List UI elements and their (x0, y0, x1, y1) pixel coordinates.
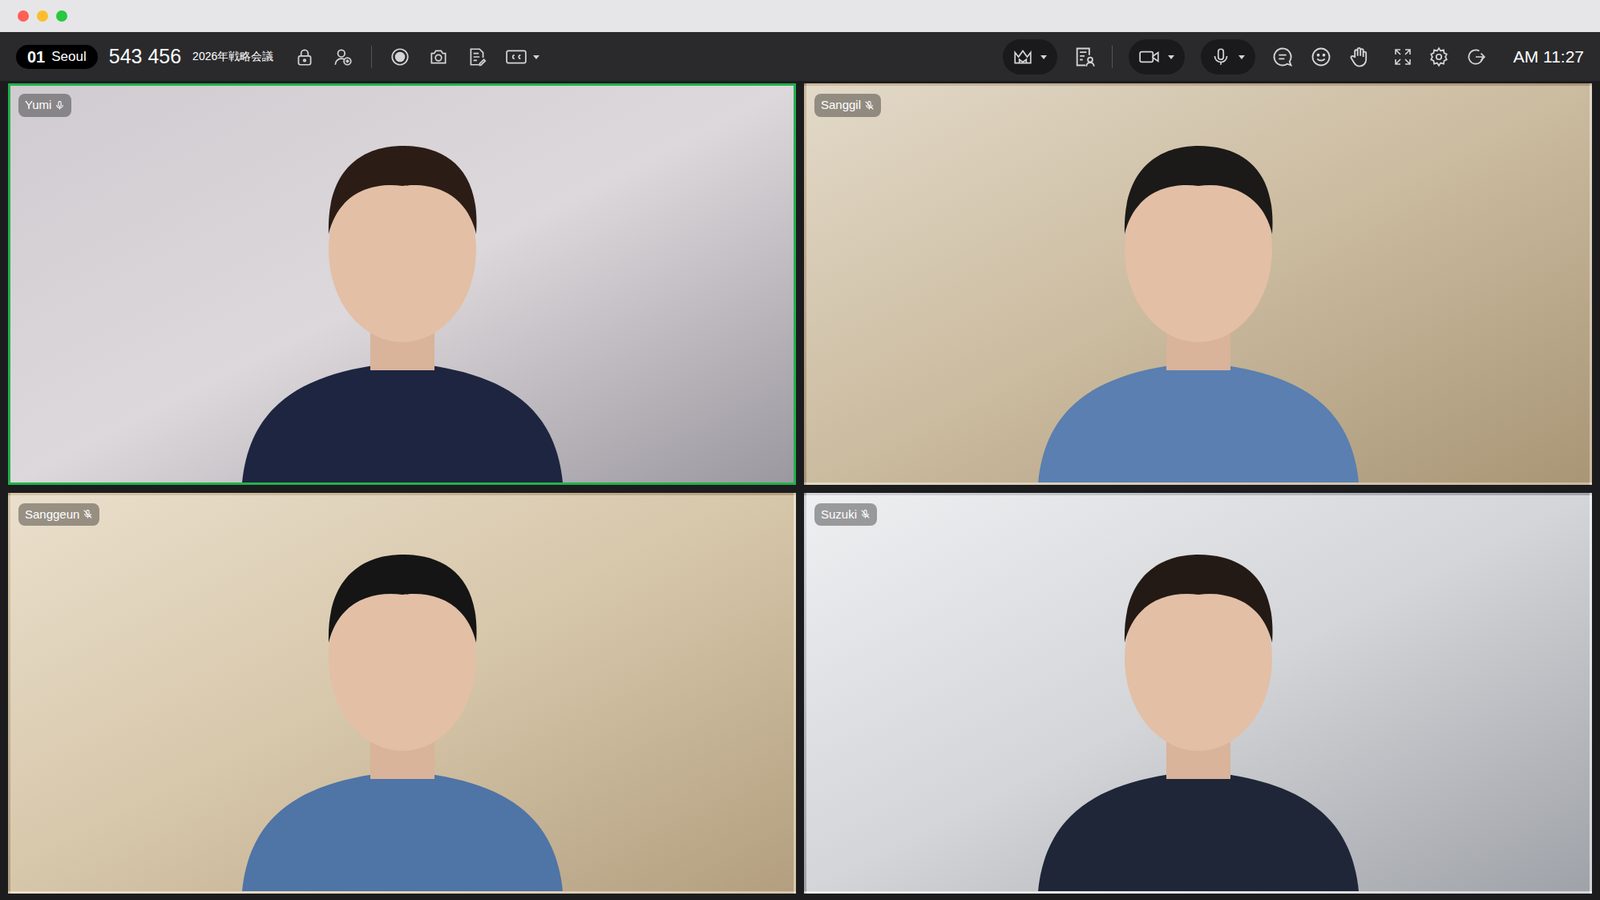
title-bar (0, 0, 1600, 33)
dropdown-icon[interactable] (1167, 53, 1176, 61)
participant-label: Sanggil (814, 93, 881, 118)
record-icon[interactable] (389, 46, 411, 68)
participant-name: Yumi (24, 96, 52, 115)
video-tile[interactable]: Yumi (8, 83, 796, 485)
gear-icon[interactable] (1428, 46, 1450, 68)
meeting-id: 543 456 (109, 41, 182, 73)
crown-icon[interactable] (1012, 46, 1034, 68)
dropdown-icon[interactable] (1039, 53, 1048, 61)
participant-name: Sanggil (820, 96, 861, 115)
microphone-muted-icon (860, 508, 871, 521)
participant-label: Sanggeun (18, 503, 100, 527)
emoji-icon[interactable] (1309, 45, 1333, 69)
dropdown-icon[interactable] (532, 53, 541, 61)
toolbar: 01 Seoul 543 456 2026年戦略会議 (0, 32, 1600, 81)
video-frame (10, 85, 794, 483)
microphone-muted-icon (864, 99, 875, 112)
microphone-muted-icon (82, 508, 93, 521)
participant-name: Sanggeun (24, 505, 80, 525)
participant-label: Yumi (18, 93, 72, 118)
camera-icon[interactable] (428, 46, 449, 68)
host-tools[interactable] (1002, 39, 1058, 75)
participants-list-icon[interactable] (1073, 45, 1096, 69)
participant-name: Suzuki (820, 505, 857, 525)
window-control-button[interactable] (17, 10, 29, 22)
video-icon[interactable] (1138, 46, 1161, 68)
microphone-icon[interactable] (1210, 46, 1232, 68)
video-tile[interactable]: Sanggil (804, 83, 1592, 485)
window-control-button[interactable] (56, 10, 68, 22)
mic-control[interactable] (1200, 39, 1256, 75)
room-name: Seoul (51, 46, 86, 68)
chat-icon[interactable] (1271, 45, 1294, 69)
mic-status (82, 508, 93, 521)
clock: AM 11:27 (1513, 44, 1584, 70)
lock-icon[interactable] (294, 46, 316, 68)
participant-label: Suzuki (814, 503, 877, 527)
video-tile[interactable]: Sanggeun (8, 492, 796, 895)
meeting-title: 2026年戦略会議 (192, 48, 274, 65)
room-number: 01 (27, 44, 45, 69)
video-control[interactable] (1128, 39, 1185, 75)
raise-hand-icon[interactable] (1348, 45, 1371, 69)
notes-icon[interactable] (466, 46, 488, 68)
add-participant-icon[interactable] (332, 46, 354, 68)
mic-status (860, 508, 871, 521)
exit-icon[interactable] (1465, 46, 1487, 68)
window-control-button[interactable] (36, 10, 49, 22)
microphone-icon (54, 99, 65, 112)
video-frame (806, 495, 1590, 893)
video-frame (806, 85, 1590, 483)
mic-status (864, 99, 875, 112)
video-tile[interactable]: Suzuki (804, 492, 1592, 895)
captions-icon[interactable] (505, 46, 528, 68)
video-grid: Yumi Sanggil Sanggeun Suzuki (0, 80, 1600, 900)
fullscreen-icon[interactable] (1393, 47, 1413, 67)
mic-status (54, 99, 65, 112)
room-badge: 01 Seoul (16, 44, 98, 69)
video-frame (10, 495, 794, 893)
dropdown-icon[interactable] (1237, 53, 1246, 61)
